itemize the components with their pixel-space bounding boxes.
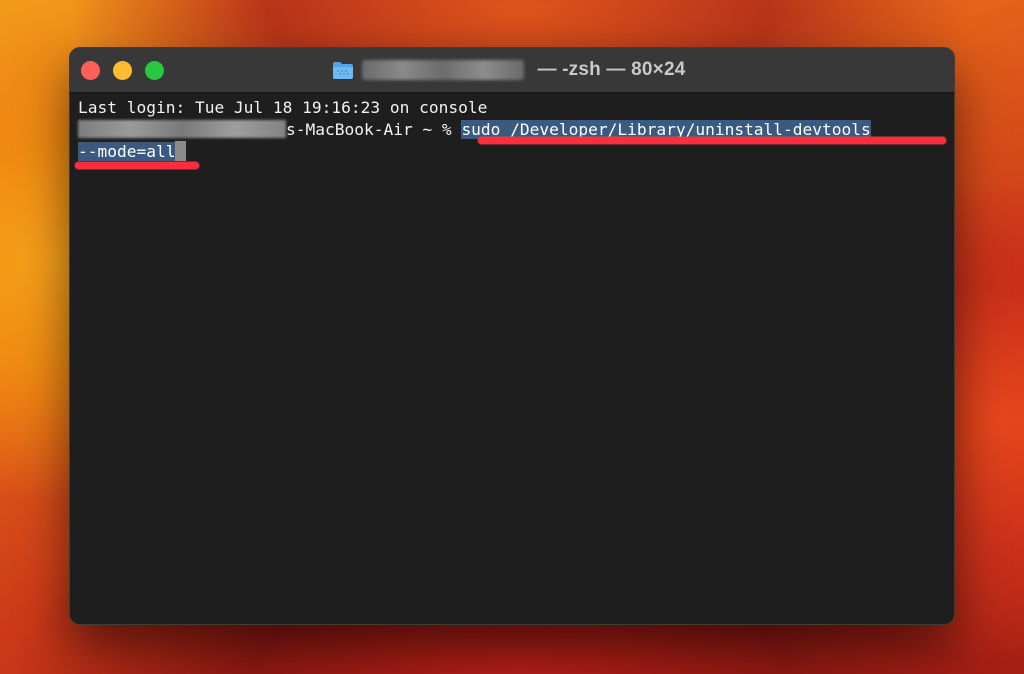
redacted-username bbox=[362, 60, 524, 80]
text-cursor bbox=[175, 141, 187, 161]
terminal-output[interactable]: Last login: Tue Jul 18 19:16:23 on conso… bbox=[70, 93, 954, 624]
command-continuation-line: --mode=all bbox=[78, 141, 946, 163]
selected-command-part2[interactable]: --mode=all bbox=[78, 142, 176, 161]
close-window-button[interactable] bbox=[81, 61, 100, 80]
terminal-window: — -zsh — 80×24 Last login: Tue Jul 18 19… bbox=[70, 48, 954, 624]
minimize-window-button[interactable] bbox=[113, 61, 132, 80]
last-login-line: Last login: Tue Jul 18 19:16:23 on conso… bbox=[78, 98, 488, 117]
annotation-underline-2 bbox=[75, 162, 199, 169]
zoom-window-button[interactable] bbox=[145, 61, 164, 80]
folder-icon bbox=[332, 60, 354, 80]
title-bar[interactable]: — -zsh — 80×24 bbox=[70, 48, 954, 93]
window-title: — -zsh — 80×24 bbox=[332, 57, 685, 83]
redacted-user-host bbox=[78, 120, 286, 138]
annotation-underline-1 bbox=[478, 137, 946, 144]
window-title-text: — -zsh — 80×24 bbox=[532, 59, 686, 80]
prompt-host: s-MacBook-Air ~ % bbox=[286, 120, 462, 139]
